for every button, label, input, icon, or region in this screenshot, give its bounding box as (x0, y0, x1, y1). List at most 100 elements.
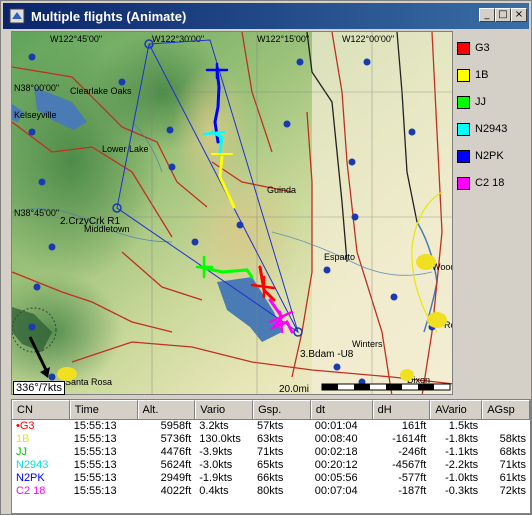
col-header-time[interactable]: Time (69, 400, 138, 419)
legend-swatch (457, 176, 470, 190)
cell-alt: 4476ft (160, 446, 192, 458)
place-label: 2.CrzyCrk R1 (60, 216, 120, 227)
cell-gsp: 66kts (257, 472, 284, 484)
cell-dh: -246ft (398, 446, 427, 458)
cell-alt: 5958ft (160, 420, 192, 432)
legend-item[interactable]: JJ (457, 91, 531, 113)
cell-vario: 0.4kts (199, 485, 229, 497)
legend-item[interactable]: C2 18 (457, 172, 531, 194)
flight-legend: G3 1B JJ N2943 N2PK C2 18 (457, 37, 531, 199)
legend-swatch (457, 68, 470, 82)
legend-swatch (457, 122, 470, 136)
table-row[interactable]: •G3 15:55:13 5958ft 3.2kts 57kts 00:01:04 161f… (12, 420, 530, 433)
cell-dt: 00:01:04 (314, 420, 358, 432)
table-row[interactable]: JJ 15:55:13 4476ft -3.9kts 71kts 00:02:18 -246… (12, 446, 530, 459)
col-header-alt[interactable]: Alt. (137, 400, 196, 419)
col-header-dt[interactable]: dt (310, 400, 373, 419)
place-label: Kelseyville (14, 110, 57, 120)
cell-time: 15:55:13 (73, 472, 117, 484)
legend-item[interactable]: G3 (457, 37, 531, 59)
scale-bar (321, 383, 451, 391)
map-view[interactable]: W122°45'00" W122°30'00" W122°15'00" W122… (11, 31, 453, 395)
place-label: Guinda (267, 185, 296, 195)
cell-time: 15:55:13 (73, 420, 117, 432)
legend-item[interactable]: 1B (457, 64, 531, 86)
legend-swatch (457, 95, 470, 109)
col-header-gsp[interactable]: Gsp. (253, 400, 311, 419)
cell-dt: 00:20:12 (314, 459, 358, 471)
cell-vario: 3.2kts (199, 420, 229, 432)
cell-dt: 00:07:04 (314, 485, 358, 497)
cell-time: 15:55:13 (73, 446, 117, 458)
lon-label-3: W122°15'00" (257, 34, 309, 44)
col-header-agsp[interactable]: AGsp (482, 400, 531, 419)
table-row[interactable]: 1B 15:55:13 5736ft 130.0kts 63kts 00:08:40 -16… (12, 433, 530, 446)
app-window: Multiple flights (Animate) _ □ × W122°45… (0, 0, 532, 515)
cell-alt: 5624ft (160, 459, 192, 471)
cell-agsp: 68kts (499, 446, 526, 458)
close-button[interactable]: × (511, 8, 527, 22)
cell-cn: JJ (16, 446, 27, 458)
lon-label-4: W122°00'00" (342, 34, 394, 44)
cell-vario: -1.9kts (199, 472, 233, 484)
cell-cn: •G3 (16, 420, 35, 432)
cell-cn: 1B (16, 433, 30, 445)
cell-dh: 161ft (401, 420, 427, 432)
flight-table[interactable]: CN Time Alt. Vario Gsp. dt dH AVario AGs… (11, 399, 531, 514)
cell-gsp: 71kts (257, 446, 284, 458)
cell-gsp: 65kts (257, 459, 284, 471)
table-row[interactable]: N2PK 15:55:13 2949ft -1.9kts 66kts 00:05:56 -5… (12, 472, 530, 485)
cell-vario: -3.0kts (199, 459, 233, 471)
place-label: Lower Lake (102, 144, 149, 154)
cell-cn: N2PK (16, 472, 45, 484)
maximize-button[interactable]: □ (495, 8, 511, 22)
legend-item[interactable]: N2943 (457, 118, 531, 140)
app-icon (9, 8, 25, 24)
legend-label: N2943 (475, 123, 508, 135)
cell-time: 15:55:13 (73, 459, 117, 471)
col-header-cn[interactable]: CN (12, 400, 70, 419)
legend-label: N2PK (475, 150, 504, 162)
cell-alt: 4022ft (160, 485, 192, 497)
cell-avario: -1.8kts (445, 433, 479, 445)
cell-alt: 2949ft (160, 472, 192, 484)
cell-vario: -3.9kts (199, 446, 233, 458)
cell-dh: -4567ft (392, 459, 427, 471)
cell-dh: -577ft (398, 472, 427, 484)
legend-swatch (457, 41, 470, 55)
cell-avario: -1.0kts (445, 472, 479, 484)
wind-readout: 336°/7kts (13, 381, 65, 395)
cell-vario: 130.0kts (199, 433, 241, 445)
cell-time: 15:55:13 (73, 433, 117, 445)
cell-agsp: 72kts (499, 485, 526, 497)
legend-item[interactable]: N2PK (457, 145, 531, 167)
cell-avario: -2.2kts (445, 459, 479, 471)
cell-gsp: 80kts (257, 485, 284, 497)
cell-dt: 00:02:18 (314, 446, 358, 458)
cell-dh: -1614ft (392, 433, 427, 445)
legend-label: C2 18 (475, 177, 505, 189)
place-label: 3.Bdam -U8 (300, 349, 354, 360)
table-row[interactable]: C2 18 15:55:13 4022ft 0.4kts 80kts 00:07:04 -1… (12, 485, 530, 498)
cell-avario: -0.3kts (445, 485, 479, 497)
cell-agsp (482, 420, 530, 433)
legend-label: JJ (475, 96, 486, 108)
minimize-button[interactable]: _ (479, 8, 495, 22)
lon-label-1: W122°45'00" (50, 34, 102, 44)
cell-agsp: 58kts (499, 433, 526, 445)
cell-avario: 1.5kts (448, 420, 479, 432)
place-label: Winters (352, 339, 383, 349)
cell-avario: -1.1kts (445, 446, 479, 458)
legend-swatch (457, 149, 470, 163)
col-header-dh[interactable]: dH (372, 400, 431, 419)
cell-agsp: 71kts (499, 459, 526, 471)
window-title: Multiple flights (Animate) (31, 8, 187, 24)
title-bar[interactable]: Multiple flights (Animate) _ □ × (3, 3, 529, 29)
table-row[interactable]: N2943 15:55:13 5624ft -3.0kts 65kts 00:20:12 -… (12, 459, 530, 472)
scale-label: 20.0mi (279, 384, 310, 395)
map-canvas[interactable]: W122°45'00" W122°30'00" W122°15'00" W122… (12, 32, 453, 395)
cell-agsp: 61kts (499, 472, 526, 484)
cell-dh: -187ft (398, 485, 427, 497)
col-header-avario[interactable]: AVario (430, 400, 483, 419)
col-header-vario[interactable]: Vario (195, 400, 254, 419)
